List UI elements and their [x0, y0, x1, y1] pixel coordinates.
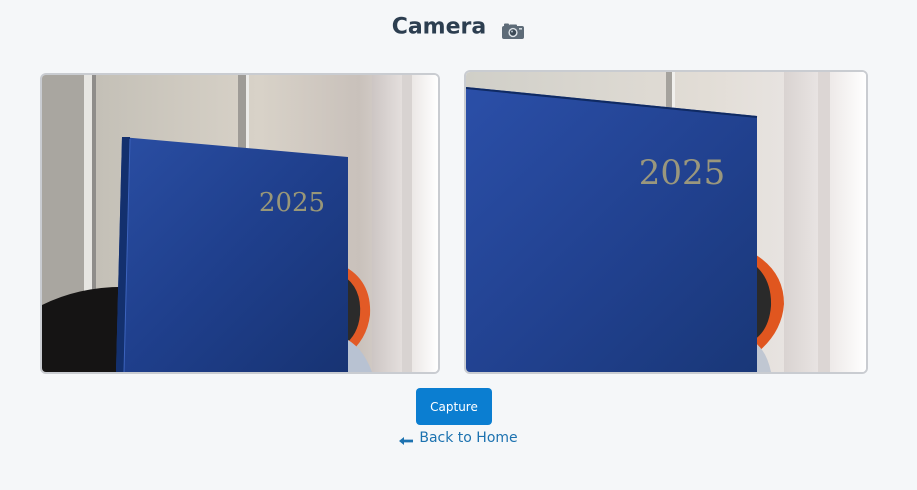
back-to-home-link[interactable]: Back to Home [0, 428, 917, 448]
arrow-left-icon [399, 432, 414, 445]
camera-feed-left: 2025 [40, 73, 440, 374]
book-year-text: 2025 [259, 188, 325, 218]
book-year-text: 2025 [639, 153, 726, 193]
capture-button[interactable]: Capture [416, 388, 492, 425]
camera-feed-right: 2025 [464, 70, 868, 374]
page-header: Camera [0, 10, 917, 44]
camera-icon [501, 18, 525, 39]
camera-page: Camera 2025 2025 Capture Back to Home [0, 0, 917, 490]
back-to-home-label: Back to Home [419, 430, 518, 446]
page-title: Camera [391, 14, 487, 40]
